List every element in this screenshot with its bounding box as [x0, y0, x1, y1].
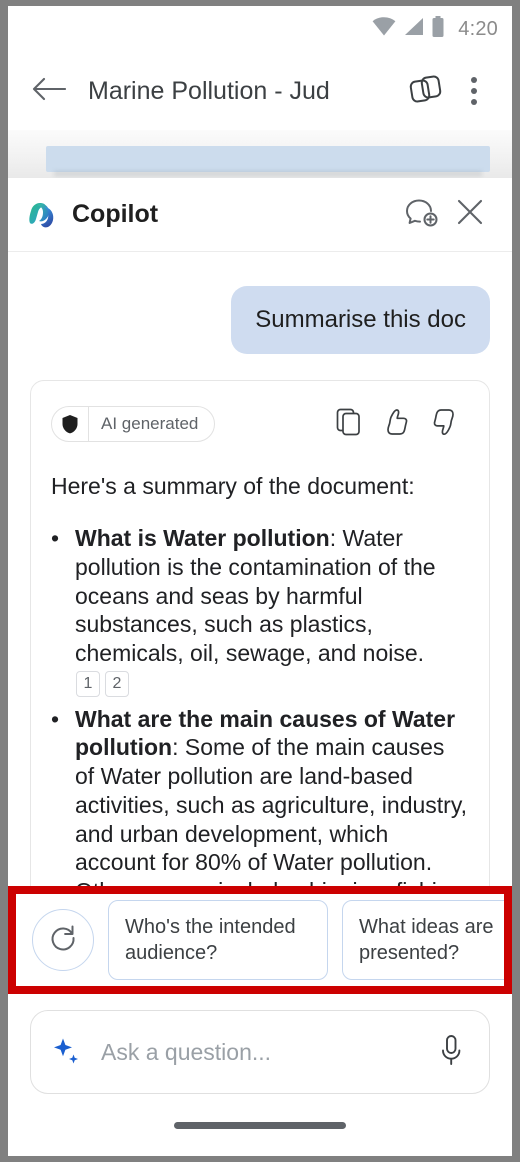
citation-group: 1 2 [76, 670, 129, 697]
page-title: Marine Pollution - Jud [88, 76, 330, 105]
new-conversation-icon [405, 196, 439, 233]
document-heading-block [46, 146, 490, 172]
list-item-body: What is Water pollution: Water pollution… [75, 524, 469, 697]
composer-container [8, 994, 512, 1094]
summary-bullet-list: • What is Water pollution: Water polluti… [51, 524, 469, 886]
list-item-heading: What is Water pollution [75, 525, 330, 552]
thumbs-down-icon [431, 408, 459, 441]
composer[interactable] [30, 1010, 490, 1094]
thumbs-up-icon [383, 408, 411, 441]
user-message-bubble: Summarise this doc [231, 286, 490, 354]
home-indicator[interactable] [174, 1121, 346, 1129]
overflow-menu-button[interactable] [450, 67, 498, 115]
system-nav-bar [8, 1094, 512, 1156]
new-conversation-button[interactable] [398, 191, 446, 239]
status-bar: 4:20 [8, 6, 512, 52]
suggestion-chips-strip: Who's the intended audience? What ideas … [8, 886, 512, 994]
user-message-row: Summarise this doc [8, 252, 512, 354]
ai-response-card: AI generated Here's a summary of the doc… [30, 380, 490, 886]
close-icon [455, 197, 485, 232]
thumbs-down-button[interactable] [421, 403, 469, 445]
status-time: 4:20 [458, 17, 498, 40]
more-vertical-icon [471, 77, 477, 105]
copilot-logo-icon [28, 200, 58, 230]
panel-shadow [54, 171, 482, 176]
thumbs-up-button[interactable] [373, 403, 421, 445]
list-item: • What are the main causes of Water poll… [51, 705, 469, 886]
regenerate-suggestions-button[interactable] [32, 909, 94, 971]
summary-intro: Here's a summary of the document: [51, 473, 415, 499]
suggestion-chip-label: What ideas are presented? [359, 916, 494, 964]
back-button[interactable] [26, 68, 72, 114]
wifi-icon [372, 17, 396, 41]
citation-chip[interactable]: 2 [105, 670, 129, 697]
copy-button[interactable] [325, 403, 373, 445]
close-panel-button[interactable] [446, 191, 494, 239]
suggestion-chip-1[interactable]: Who's the intended audience? [108, 900, 328, 980]
cellular-signal-icon [403, 17, 424, 41]
microphone-icon [438, 1034, 464, 1071]
list-item: • What is Water pollution: Water polluti… [51, 524, 469, 697]
suggestion-chip-2[interactable]: What ideas are presented? [342, 900, 504, 980]
document-背景-peek [8, 130, 512, 178]
list-item-body: What are the main causes of Water pollut… [75, 705, 469, 886]
citation-chip[interactable]: 1 [76, 670, 100, 697]
copy-icon [336, 408, 362, 441]
battery-icon [431, 15, 445, 43]
microphone-button[interactable] [431, 1032, 471, 1072]
back-arrow-icon [32, 76, 67, 107]
copilot-panel: Copilot Summarise this doc AI generated … [8, 178, 512, 1156]
ai-response-toolbar: AI generated [51, 403, 469, 445]
ai-generated-label: AI generated [101, 414, 199, 433]
ask-question-input[interactable] [101, 1038, 431, 1066]
bullet-marker: • [51, 705, 60, 732]
list-item-separator: : [329, 525, 343, 552]
shield-icon [52, 407, 88, 441]
copilot-title: Copilot [72, 200, 159, 228]
refresh-icon [48, 923, 78, 958]
conversation-scroll[interactable]: Summarise this doc AI generated Here's a… [8, 252, 512, 886]
copilot-header: Copilot [8, 178, 512, 252]
copilot-pages-button[interactable] [402, 67, 450, 115]
app-bar: Marine Pollution - Jud [8, 52, 512, 130]
copilot-pages-icon [409, 74, 443, 109]
sparkle-icon [49, 1034, 85, 1070]
device-screen: 4:20 Marine Pollution - Jud Copilot Summ… [8, 6, 512, 1156]
bullet-marker: • [51, 525, 60, 552]
list-item-separator: : [172, 734, 185, 761]
suggestion-chip-label: Who's the intended audience? [125, 916, 296, 964]
ai-generated-badge: AI generated [51, 406, 216, 442]
